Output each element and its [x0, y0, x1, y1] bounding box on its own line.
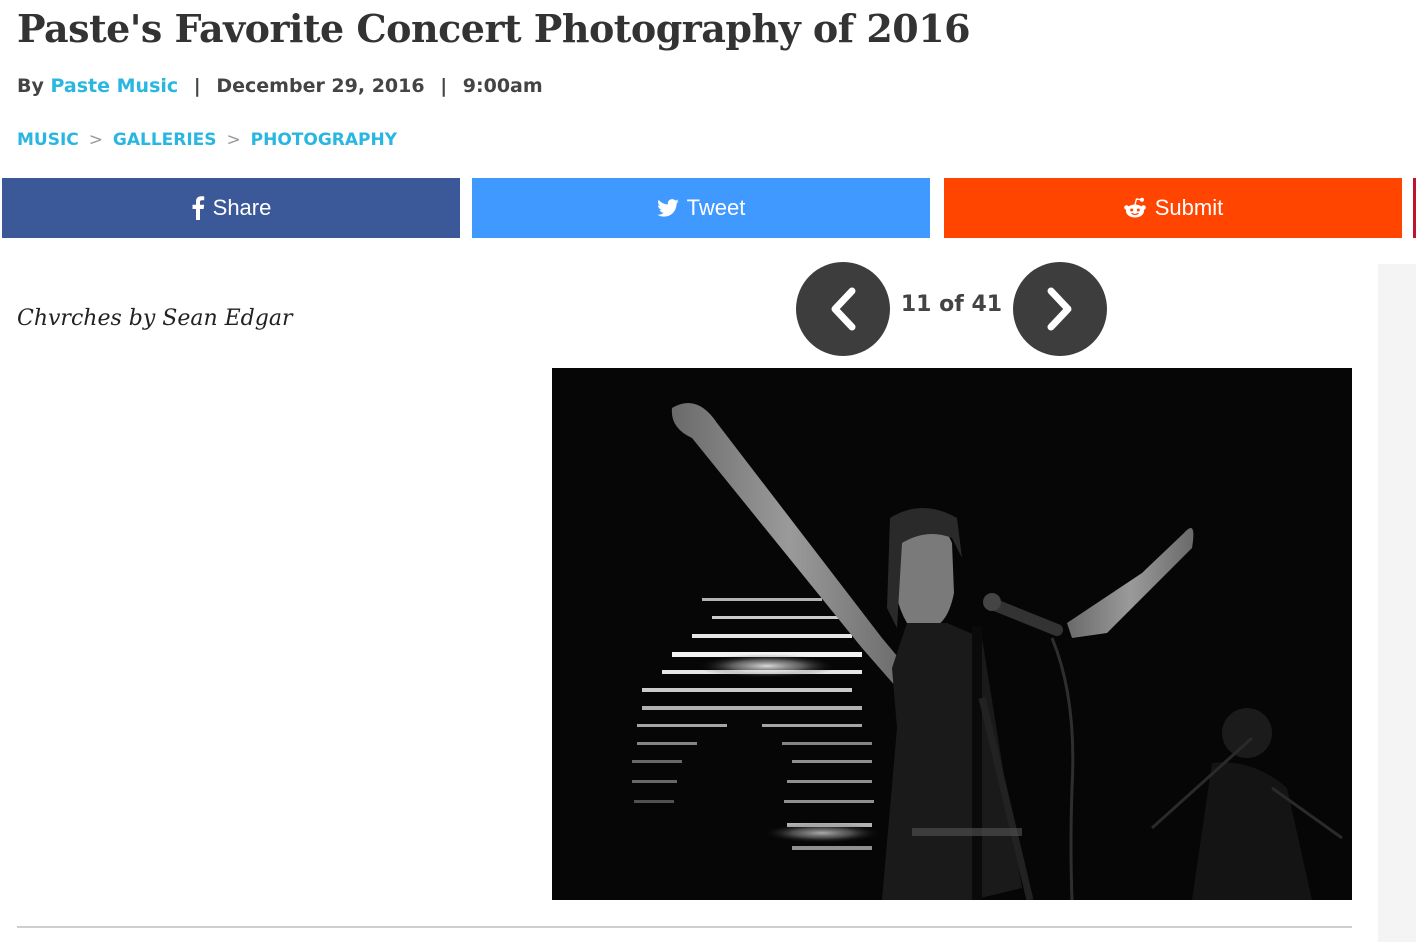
gallery-photo — [552, 368, 1352, 900]
byline: By Paste Music | December 29, 2016 | 9:0… — [17, 75, 543, 97]
breadcrumb-separator: > — [226, 130, 241, 150]
byline-separator: | — [193, 75, 201, 97]
twitter-tweet-label: Tweet — [686, 195, 746, 220]
content-divider — [17, 926, 1352, 928]
publish-time: 9:00am — [462, 75, 543, 97]
chevron-right-icon — [1047, 287, 1072, 331]
chevron-left-icon — [831, 287, 856, 331]
breadcrumb: MUSIC > GALLERIES > PHOTOGRAPHY — [17, 130, 397, 150]
breadcrumb-music[interactable]: MUSIC — [17, 130, 79, 150]
facebook-share-label: Share — [212, 195, 272, 220]
reddit-submit-button[interactable]: Submit — [944, 178, 1402, 238]
page-title: Paste's Favorite Concert Photography of … — [17, 6, 971, 51]
previous-photo-button[interactable] — [796, 262, 890, 356]
twitter-tweet-button[interactable]: Tweet — [472, 178, 930, 238]
publish-date: December 29, 2016 — [216, 75, 425, 97]
next-photo-button[interactable] — [1013, 262, 1107, 356]
gallery-counter: 11 of 41 — [900, 292, 1003, 317]
breadcrumb-galleries[interactable]: GALLERIES — [113, 130, 217, 150]
byline-by: By — [17, 75, 44, 97]
concert-photo — [552, 368, 1352, 900]
author-link[interactable]: Paste Music — [51, 75, 179, 97]
twitter-icon — [656, 199, 679, 217]
breadcrumb-photography[interactable]: PHOTOGRAPHY — [251, 130, 397, 150]
byline-separator: | — [440, 75, 448, 97]
sidebar-gutter — [1378, 264, 1416, 942]
facebook-icon — [192, 196, 204, 220]
photo-caption: Chvrches by Sean Edgar — [17, 306, 293, 331]
reddit-submit-label: Submit — [1154, 195, 1224, 220]
reddit-icon — [1123, 197, 1146, 218]
facebook-share-button[interactable]: Share — [2, 178, 460, 238]
breadcrumb-separator: > — [88, 130, 103, 150]
